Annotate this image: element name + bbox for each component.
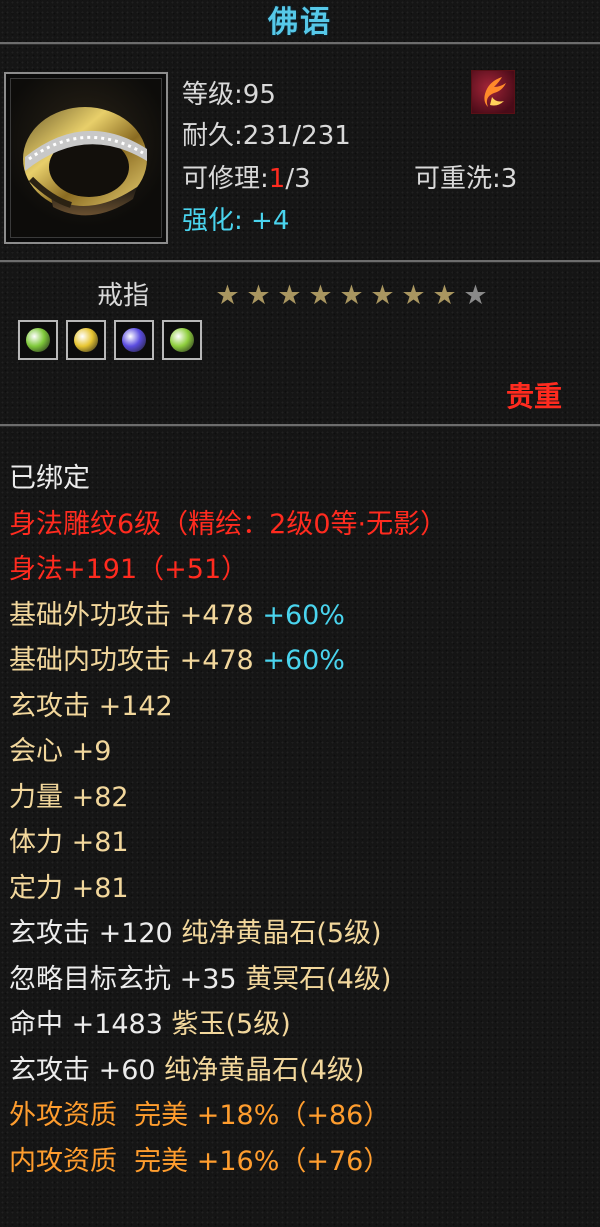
attribute-row: 玄攻击 +142 bbox=[9, 684, 594, 730]
colon: : bbox=[260, 164, 269, 194]
star-filled-icon: ★ bbox=[246, 280, 271, 311]
enhance-label: 强化 bbox=[182, 206, 235, 236]
attribute-row: 玄攻击 +120 纯净黄晶石(5级) bbox=[9, 911, 594, 957]
attribute-list: 已绑定身法雕纹6级（精绘：2级0等·无影） 身法+191（+51） 基础外功攻击 +… bbox=[9, 456, 594, 1184]
gem-slot[interactable] bbox=[66, 320, 106, 360]
colon: : bbox=[234, 80, 243, 110]
attribute-text: 基础外功攻击 +478 bbox=[9, 599, 263, 631]
level-value: 95 bbox=[242, 80, 276, 110]
attribute-row: 力量 +82 bbox=[9, 775, 594, 821]
gem-slot[interactable] bbox=[162, 320, 202, 360]
star-filled-icon: ★ bbox=[370, 280, 395, 311]
attribute-text: 忽略目标玄抗 +35 bbox=[9, 963, 246, 995]
attribute-row: 身法雕纹6级（精绘：2级0等·无影） bbox=[9, 502, 594, 548]
durability-label: 耐久 bbox=[182, 121, 235, 151]
star-filled-icon: ★ bbox=[401, 280, 426, 311]
attribute-text: 玄攻击 +120 bbox=[9, 918, 182, 949]
colon: : bbox=[234, 121, 243, 151]
attribute-text: 黄冥石(4级) bbox=[245, 963, 392, 995]
ring-icon bbox=[10, 78, 162, 238]
repair-used-value: 1 bbox=[268, 164, 286, 194]
star-filled-icon: ★ bbox=[432, 280, 457, 311]
star-filled-icon: ★ bbox=[339, 280, 364, 311]
star-rating: ★ ★ ★ ★ ★ ★ ★ ★ ★ bbox=[212, 280, 491, 312]
attribute-text: +60% bbox=[262, 599, 345, 631]
item-type: 戒指 bbox=[97, 281, 150, 311]
attribute-text: 基础内功攻击 +478 bbox=[9, 645, 263, 676]
rewash-label: 可重洗 bbox=[414, 164, 493, 194]
level-label: 等级 bbox=[182, 80, 235, 110]
attribute-row: 定力 +81 bbox=[9, 866, 594, 912]
item-title: 佛语 bbox=[268, 5, 332, 40]
header-divider bbox=[0, 260, 600, 263]
star-filled-icon: ★ bbox=[215, 280, 240, 311]
attribute-text: 身法+191（+51） bbox=[9, 554, 249, 585]
attribute-text: 命中 +1483 bbox=[9, 1009, 172, 1040]
colon: : bbox=[492, 164, 501, 194]
attribute-text: 外攻资质 完美 +18%（+86） bbox=[9, 1100, 391, 1131]
attribute-row: 命中 +1483 紫玉(5级) bbox=[9, 1002, 594, 1048]
attribute-text: 会心 +9 bbox=[9, 736, 112, 767]
attribute-text: 定力 +81 bbox=[9, 872, 129, 904]
attribute-row: 内攻资质 完美 +16%（+76） bbox=[9, 1139, 594, 1185]
attribute-text: 玄攻击 +60 bbox=[9, 1054, 165, 1086]
gem-slot[interactable] bbox=[114, 320, 154, 360]
attribute-row: 忽略目标玄抗 +35 黄冥石(4级) bbox=[9, 957, 594, 1003]
repair-total-value: /3 bbox=[285, 164, 311, 194]
attribute-text: 已绑定 bbox=[9, 463, 90, 494]
attribute-text: 纯净黄晶石(4级) bbox=[164, 1054, 365, 1086]
enhance-value: +4 bbox=[251, 206, 290, 236]
rewash-row: 可重洗:3 bbox=[414, 164, 517, 194]
attribute-row: 已绑定 bbox=[9, 456, 594, 502]
durability-row: 耐久:231/231 bbox=[182, 121, 351, 151]
rewash-value: 3 bbox=[500, 164, 518, 194]
star-filled-icon: ★ bbox=[277, 280, 302, 311]
attribute-text: +60% bbox=[262, 645, 345, 676]
attribute-row: 基础内功攻击 +478 +60% bbox=[9, 638, 594, 684]
attribute-row: 体力 +81 bbox=[9, 820, 594, 866]
green-gem-icon bbox=[170, 328, 194, 352]
phoenix-badge-icon[interactable] bbox=[471, 70, 515, 114]
attribute-row: 基础外功攻击 +478 +60% bbox=[9, 593, 594, 639]
item-icon-slot[interactable] bbox=[4, 72, 168, 244]
star-empty-icon: ★ bbox=[463, 280, 488, 311]
enhance-row: 强化: +4 bbox=[182, 206, 289, 236]
attribute-text: 身法雕纹6级（精绘：2级0等·无影） bbox=[9, 508, 448, 540]
repair-label: 可修理 bbox=[182, 164, 261, 194]
green-gem-icon bbox=[26, 328, 50, 352]
attribute-text: 内攻资质 完美 +16%（+76） bbox=[9, 1145, 391, 1177]
attribute-text: 力量 +82 bbox=[9, 781, 129, 813]
colon: : bbox=[234, 206, 252, 236]
attribute-text: 纯净黄晶石(5级) bbox=[181, 918, 382, 949]
attribute-row: 玄攻击 +60 纯净黄晶石(4级) bbox=[9, 1048, 594, 1094]
repair-row: 可修理:1/3 bbox=[182, 164, 311, 194]
attribute-text: 体力 +81 bbox=[9, 827, 129, 858]
attribute-text: 紫玉(5级) bbox=[171, 1009, 291, 1040]
purple-gem-icon bbox=[122, 328, 146, 352]
attribute-row: 身法+191（+51） bbox=[9, 547, 594, 593]
title-divider bbox=[0, 42, 600, 45]
attributes-divider bbox=[0, 424, 600, 427]
gem-slots bbox=[18, 320, 210, 366]
attribute-text: 玄攻击 +142 bbox=[9, 690, 173, 722]
durability-value: 231/231 bbox=[242, 121, 351, 151]
gem-slot[interactable] bbox=[18, 320, 58, 360]
attribute-row: 外攻资质 完美 +18%（+86） bbox=[9, 1093, 594, 1139]
yellow-gem-icon bbox=[74, 328, 98, 352]
attribute-row: 会心 +9 bbox=[9, 729, 594, 775]
level-row: 等级:95 bbox=[182, 80, 276, 110]
star-filled-icon: ★ bbox=[308, 280, 333, 311]
rarity-label: 贵重 bbox=[506, 380, 563, 413]
